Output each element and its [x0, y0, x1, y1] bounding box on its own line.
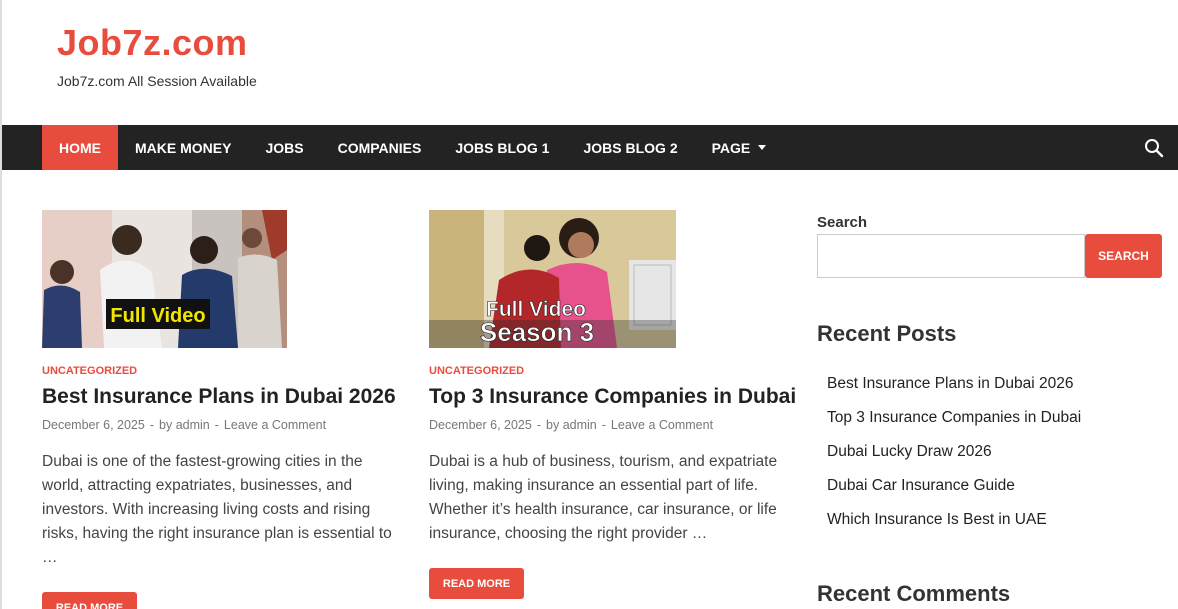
post-excerpt: Dubai is a hub of business, tourism, and…: [429, 453, 778, 542]
read-more-button[interactable]: READ MORE: [429, 568, 524, 599]
meta-separator: -: [149, 418, 155, 432]
recent-post-link[interactable]: Which Insurance Is Best in UAE: [827, 511, 1081, 545]
post-thumbnail[interactable]: Full Video Season 3: [429, 210, 676, 348]
nav-item-jobs[interactable]: JOBS: [248, 125, 320, 170]
post-category[interactable]: UNCATEGORIZED: [42, 365, 137, 377]
search-input[interactable]: [817, 234, 1085, 278]
read-more-button[interactable]: READ MORE: [42, 592, 137, 609]
thumbnail-caption-line2: Season 3: [480, 317, 594, 347]
recent-post-link[interactable]: Best Insurance Plans in Dubai 2026: [827, 375, 1081, 409]
recent-post-link[interactable]: Top 3 Insurance Companies in Dubai: [827, 409, 1081, 443]
search-button[interactable]: SEARCH: [1085, 234, 1162, 278]
recent-posts-list: Best Insurance Plans in Dubai 2026 Top 3…: [827, 375, 1081, 545]
post-by: by: [546, 418, 560, 432]
nav-item-jobs-blog-2[interactable]: JOBS BLOG 2: [566, 125, 694, 170]
thumbnail-caption: Full Video: [110, 305, 205, 327]
nav-item-jobs-blog-1[interactable]: JOBS BLOG 1: [438, 125, 566, 170]
site-tagline: Job7z.com All Session Available: [57, 73, 257, 89]
post-card: Full Video UNCATEGORIZED Best Insurance …: [42, 210, 396, 609]
main-navigation: HOME MAKE MONEY JOBS COMPANIES JOBS BLOG…: [2, 125, 1178, 170]
chevron-down-icon: [758, 145, 767, 150]
post-excerpt: Dubai is one of the fastest-growing citi…: [42, 453, 392, 566]
post-thumbnail-image: Full Video Season 3: [429, 210, 676, 348]
recent-comments-heading: Recent Comments: [817, 581, 1011, 606]
meta-separator: -: [536, 418, 542, 432]
search-icon[interactable]: [1144, 138, 1164, 158]
post-title[interactable]: Top 3 Insurance Companies in Dubai: [429, 385, 796, 409]
nav-item-page-label: PAGE: [711, 139, 751, 156]
post-category[interactable]: UNCATEGORIZED: [429, 365, 524, 377]
post-thumbnail-image: Full Video: [42, 210, 287, 348]
post-author[interactable]: admin: [563, 418, 597, 432]
meta-separator: -: [601, 418, 606, 432]
post-meta: December 6, 2025- by admin - Leave a Commen…: [429, 418, 713, 432]
post-date[interactable]: December 6, 2025: [42, 418, 145, 432]
nav-item-companies[interactable]: COMPANIES: [321, 125, 439, 170]
site-title[interactable]: Job7z.com: [57, 22, 248, 64]
search-label: Search: [817, 214, 868, 231]
nav-item-page[interactable]: PAGE: [695, 125, 784, 170]
post-title[interactable]: Best Insurance Plans in Dubai 2026: [42, 385, 396, 409]
recent-post-link[interactable]: Dubai Lucky Draw 2026: [827, 443, 1081, 477]
post-by: by: [159, 418, 173, 432]
post-date[interactable]: December 6, 2025: [429, 418, 532, 432]
nav-item-home[interactable]: HOME: [42, 125, 118, 170]
post-author[interactable]: admin: [176, 418, 210, 432]
site-header: Job7z.com Job7z.com All Session Availabl…: [0, 0, 1178, 125]
meta-separator: -: [214, 418, 219, 432]
post-thumbnail[interactable]: Full Video: [42, 210, 287, 348]
post-comment-link[interactable]: Leave a Comment: [224, 418, 326, 432]
post-card: Full Video Season 3 UNCATEGORIZED Top 3 …: [429, 210, 796, 599]
recent-post-link[interactable]: Dubai Car Insurance Guide: [827, 477, 1081, 511]
recent-posts-heading: Recent Posts: [817, 321, 957, 346]
post-meta: December 6, 2025- by admin - Leave a Commen…: [42, 418, 326, 432]
nav-menu: HOME MAKE MONEY JOBS COMPANIES JOBS BLOG…: [42, 125, 783, 170]
post-comment-link[interactable]: Leave a Comment: [611, 418, 713, 432]
nav-item-make-money[interactable]: MAKE MONEY: [118, 125, 248, 170]
